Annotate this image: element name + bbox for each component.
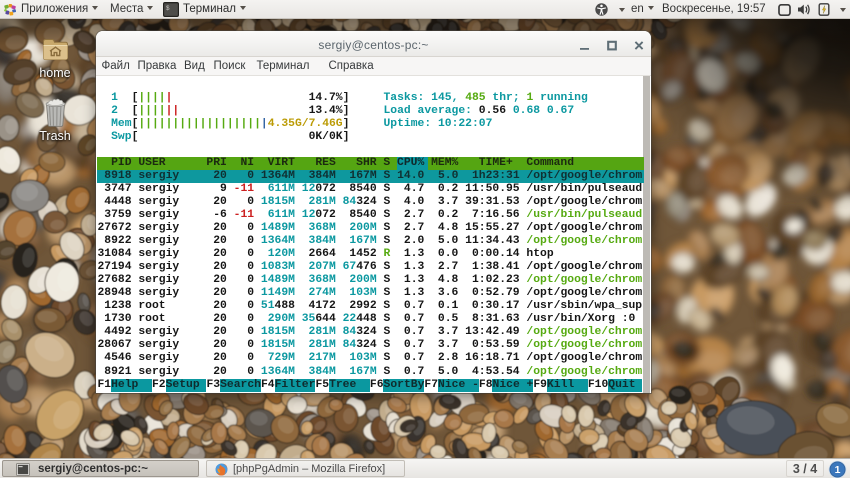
svg-text:1: 1 <box>835 464 841 476</box>
svg-text:$: $ <box>166 5 170 12</box>
